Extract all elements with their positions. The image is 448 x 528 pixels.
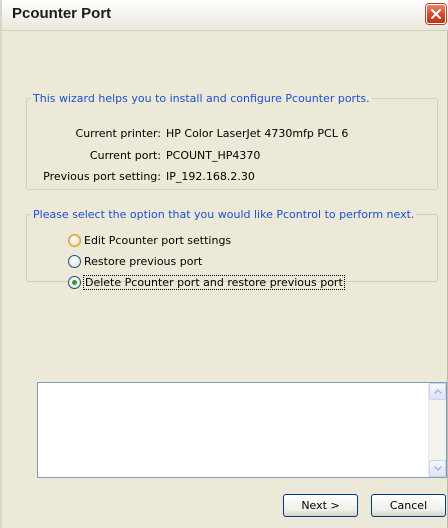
scroll-down-button[interactable] bbox=[429, 460, 446, 477]
title-bar[interactable]: Pcounter Port bbox=[2, 0, 448, 31]
cancel-button[interactable]: Cancel bbox=[371, 494, 446, 517]
close-button[interactable] bbox=[426, 4, 446, 24]
radio-selected-dot bbox=[72, 280, 77, 285]
option-restore-previous-label[interactable]: Restore previous port bbox=[84, 255, 202, 268]
close-icon bbox=[431, 9, 441, 19]
window-title: Pcounter Port bbox=[12, 5, 112, 22]
current-port-label: Current port: bbox=[89, 149, 161, 162]
previous-port-label: Previous port setting: bbox=[43, 170, 161, 183]
log-scrollbar[interactable] bbox=[428, 383, 446, 477]
option-delete-restore-label[interactable]: Delete Pcounter port and restore previou… bbox=[83, 275, 345, 290]
option-edit-settings-label[interactable]: Edit Pcounter port settings bbox=[84, 234, 231, 247]
previous-port-value: IP_192.168.2.30 bbox=[166, 170, 255, 183]
current-printer-label: Current printer: bbox=[75, 127, 161, 140]
radio-edit-settings[interactable] bbox=[68, 234, 81, 247]
log-textbox[interactable] bbox=[37, 382, 447, 478]
options-legend: Please select the option that you would … bbox=[33, 208, 415, 221]
next-button[interactable]: Next > bbox=[283, 494, 358, 517]
scroll-up-button[interactable] bbox=[429, 383, 446, 400]
scroll-up-arrow-icon bbox=[434, 389, 442, 394]
radio-delete-restore[interactable] bbox=[68, 276, 81, 289]
current-port-value: PCOUNT_HP4370 bbox=[166, 149, 261, 162]
scroll-down-arrow-icon bbox=[434, 466, 442, 471]
pcounter-port-dialog: Pcounter Port This wizard helps you to i… bbox=[0, 0, 448, 528]
current-printer-value: HP Color LaserJet 4730mfp PCL 6 bbox=[166, 127, 349, 140]
port-info-legend: This wizard helps you to install and con… bbox=[33, 92, 370, 105]
radio-restore-previous[interactable] bbox=[68, 255, 81, 268]
